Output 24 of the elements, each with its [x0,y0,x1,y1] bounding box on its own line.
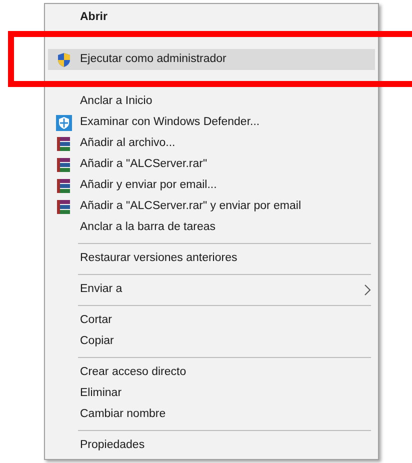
books-icon [56,136,72,152]
menu-item[interactable]: Anclar a la barra de tareas [48,217,375,238]
menu-item[interactable]: Cambiar nombre [48,404,375,425]
books-icon [56,178,72,194]
menu-item[interactable]: Cortar [48,310,375,331]
menu-item[interactable]: Ejecutar como administrador [48,49,375,70]
menu-item[interactable]: Eliminar [48,383,375,404]
menu-item[interactable]: Abrir [48,7,375,28]
menu-item[interactable]: Añadir al archivo... [48,133,375,154]
menu-item[interactable]: Examinar con Windows Defender... [48,112,375,133]
books-icon [56,198,72,214]
menu-item[interactable]: Añadir a "ALCServer.rar" [48,154,375,175]
menu-item[interactable]: Copiar [48,331,375,352]
shield-icon [56,114,72,130]
menu-item[interactable]: Añadir y enviar por email... [48,175,375,196]
menu-item[interactable]: Anclar a Inicio [48,91,375,112]
shield-icon [56,52,72,68]
menu-item[interactable]: Propiedades [48,435,375,456]
chevron-right-icon [364,284,371,296]
menu-item[interactable]: Crear acceso directo [48,362,375,383]
menu-item[interactable]: Restaurar versiones anteriores [48,248,375,269]
menu-item[interactable]: Enviar a [48,279,375,300]
books-icon [56,156,72,172]
menu-item[interactable]: Añadir a "ALCServer.rar" y enviar por email [48,196,375,217]
